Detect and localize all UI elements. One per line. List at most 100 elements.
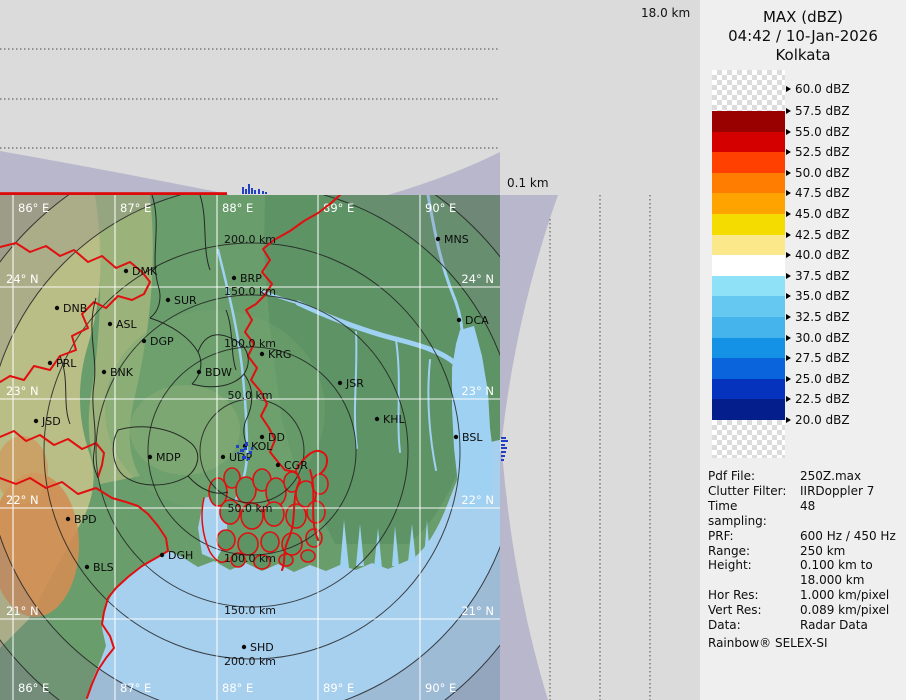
range-ring-label: 150.0 km [224, 604, 276, 617]
city-label: DGP [150, 335, 174, 348]
metadata-value: 250 km [800, 544, 904, 559]
colorbar-band [712, 214, 785, 235]
city-label: DCA [465, 314, 489, 327]
city-label: SUR [174, 294, 197, 307]
radar-map[interactable]: 86° E86° E87° E87° E88° E88° E89° E89° E… [0, 195, 500, 700]
city-label: BDW [205, 366, 232, 379]
latitude-label: 21° N [6, 604, 39, 618]
metadata-label: Vert Res: [708, 603, 800, 618]
colorbar-band [712, 152, 785, 173]
colorbar-tick-label: 35.0 dBZ [786, 289, 850, 303]
colorbar-transparent-swatch [712, 420, 785, 458]
colorbar-band [712, 173, 785, 194]
legend-panel: MAX (dBZ) 04:42 / 10-Jan-2026 Kolkata 60… [700, 0, 906, 700]
colorbar-band [712, 296, 785, 317]
range-ring-label: 200.0 km [224, 655, 276, 668]
top-cross-section-panel [0, 0, 500, 195]
colorbar-band [712, 132, 785, 153]
city-label: KRG [268, 348, 291, 361]
metadata-label: Clutter Filter: [708, 484, 800, 499]
colorbar-band [712, 379, 785, 400]
colorbar-band [712, 358, 785, 379]
colorbar-tick-label: 50.0 dBZ [786, 166, 850, 180]
metadata-value: 250Z.max [800, 469, 904, 484]
city-dot [260, 435, 264, 439]
range-ring-label: 200.0 km [224, 233, 276, 246]
city-dot [48, 361, 52, 365]
latitude-label: 22° N [6, 493, 39, 507]
city-dot [242, 645, 246, 649]
colorbar-band [712, 317, 785, 338]
colorbar-tick-label: 37.5 dBZ [786, 269, 850, 283]
tick-arrow-icon [786, 108, 791, 114]
metadata-label: Range: [708, 544, 800, 559]
longitude-label: 89° E [323, 681, 354, 695]
metadata-row: PRF:600 Hz / 450 Hz [708, 529, 904, 544]
city-label: BPD [74, 513, 97, 526]
colorbar-tick-label: 60.0 dBZ [786, 82, 850, 96]
colorbar-tick-label: 57.5 dBZ [786, 104, 850, 118]
city-dot [85, 565, 89, 569]
right-cross-section-plot [500, 195, 700, 700]
longitude-label: 86° E [18, 681, 49, 695]
colorbar-band [712, 235, 785, 256]
metadata-value: 600 Hz / 450 Hz [800, 529, 904, 544]
longitude-label: 87° E [120, 201, 151, 215]
metadata-row: Hor Res:1.000 km/pixel [708, 588, 904, 603]
longitude-label: 88° E [222, 681, 253, 695]
colorbar-band [712, 255, 785, 276]
metadata-value: 1.000 km/pixel [800, 588, 904, 603]
colorbar-band [712, 111, 785, 132]
tick-arrow-icon [786, 335, 791, 341]
longitude-label: 89° E [323, 201, 354, 215]
colorbar-tick-label: 32.5 dBZ [786, 310, 850, 324]
longitude-label: 90° E [425, 201, 456, 215]
metadata-row: Clutter Filter:IIRDoppler 7 [708, 484, 904, 499]
colorbar-tick-label: 30.0 dBZ [786, 331, 850, 345]
city-dot [221, 455, 225, 459]
range-ring-label: 50.0 km [227, 389, 272, 402]
tick-arrow-icon [786, 293, 791, 299]
product-metadata: Pdf File:250Z.maxClutter Filter:IIRDoppl… [708, 469, 904, 651]
colorbar-tick-label: 42.5 dBZ [786, 228, 850, 242]
longitude-label: 87° E [120, 681, 151, 695]
city-label: KHL [383, 413, 405, 426]
metadata-row: Range:250 km [708, 544, 904, 559]
metadata-value: 48 [800, 499, 904, 529]
software-signature: Rainbow® SELEX-SI [708, 636, 904, 651]
metadata-value: 0.089 km/pixel [800, 603, 904, 618]
city-label: JSR [345, 377, 364, 390]
range-ring-label: 50.0 km [227, 502, 272, 515]
metadata-label: PRF: [708, 529, 800, 544]
city-label: PRL [56, 357, 77, 370]
longitude-label: 88° E [222, 201, 253, 215]
city-dot [108, 322, 112, 326]
range-ring-label: 100.0 km [224, 552, 276, 565]
tick-arrow-icon [786, 355, 791, 361]
tick-arrow-icon [786, 129, 791, 135]
tick-arrow-icon [786, 417, 791, 423]
colorbar-transparent-swatch [712, 70, 785, 111]
metadata-label: Time sampling: [708, 499, 800, 529]
metadata-value: IIRDoppler 7 [800, 484, 904, 499]
tick-arrow-icon [786, 190, 791, 196]
city-dot [55, 306, 59, 310]
radar-map-canvas: 86° E86° E87° E87° E88° E88° E89° E89° E… [0, 195, 500, 700]
metadata-row: Data:Radar Data [708, 618, 904, 633]
city-label: UDP [229, 451, 253, 464]
colorbar-tick-label: 52.5 dBZ [786, 145, 850, 159]
colorbar-tick-label: 22.5 dBZ [786, 392, 850, 406]
colorbar-tick-label: 47.5 dBZ [786, 186, 850, 200]
latitude-label: 24° N [6, 272, 39, 286]
metadata-row: Time sampling:48 [708, 499, 904, 529]
city-dot [124, 269, 128, 273]
range-ring-label: 150.0 km [224, 285, 276, 298]
city-dot [66, 517, 70, 521]
metadata-label: Pdf File: [708, 469, 800, 484]
city-label: BLS [93, 561, 114, 574]
tick-arrow-icon [786, 396, 791, 402]
latitude-label: 22° N [461, 493, 494, 507]
colorbar-tick-label: 25.0 dBZ [786, 372, 850, 386]
latitude-label: 21° N [461, 604, 494, 618]
city-dot [338, 381, 342, 385]
